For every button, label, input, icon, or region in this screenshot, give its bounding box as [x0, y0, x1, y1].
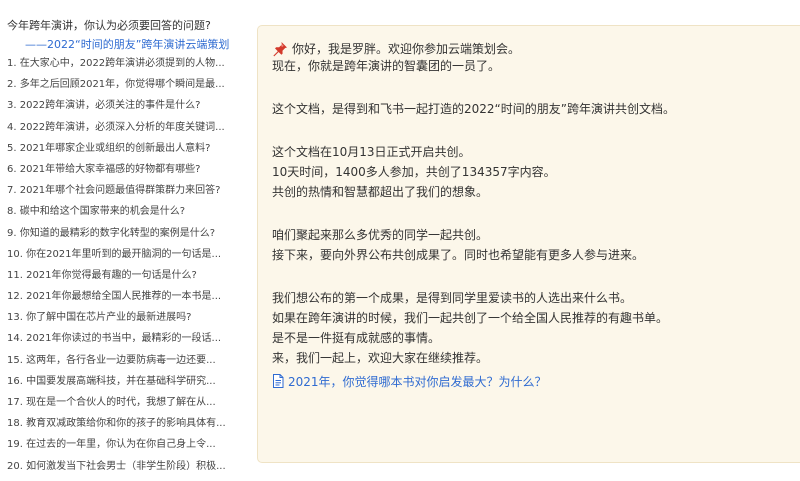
sidebar-item[interactable]: 12. 2021年你最想给全国人民推荐的一本书是... [7, 290, 239, 311]
callout-line: 来，我们一起上，欢迎大家在继续推荐。 [272, 351, 489, 365]
sidebar-item[interactable]: 11. 2021年你觉得最有趣的一句话是什么? [7, 269, 239, 290]
pushpin-icon [272, 41, 288, 57]
callout-text: 你好，我是罗胖。欢迎你参加云端策划会。 [292, 41, 521, 56]
callout-line: 你好，我是罗胖。欢迎你参加云端策划会。 [272, 39, 800, 59]
callout-panel: 你好，我是罗胖。欢迎你参加云端策划会。 现在，你就是跨年演讲的智囊团的一员了。 … [257, 25, 800, 463]
sidebar-item[interactable]: 2. 多年之后回顾2021年，你觉得哪个瞬间是最... [7, 78, 239, 99]
callout-line: 这个文档在10月13日正式开启共创。 [272, 145, 471, 159]
sidebar-title: 今年跨年演讲，你认为必须要回答的问题? [7, 19, 211, 32]
sidebar-item[interactable]: 19. 在过去的一年里，你认为在你自己身上令... [7, 438, 239, 459]
callout-line: 现在，你就是跨年演讲的智囊团的一员了。 [272, 59, 501, 73]
sidebar-item[interactable]: 8. 碳中和给这个国家带来的机会是什么? [7, 205, 239, 226]
document-icon [272, 374, 284, 388]
callout-line: 这个文档，是得到和飞书一起打造的2022“时间的朋友”跨年演讲共创文档。 [272, 102, 675, 116]
sidebar-item[interactable]: 16. 中国要发展高端科技，并在基础科学研究... [7, 375, 239, 396]
sidebar-item[interactable]: 6. 2021年带给大家幸福感的好物都有哪些? [7, 163, 239, 184]
sidebar-item[interactable]: 3. 2022跨年演讲，必须关注的事件是什么? [7, 99, 239, 120]
sidebar-item[interactable]: 1. 在大家心中，2022跨年演讲必须提到的人物... [7, 57, 239, 78]
doc-link[interactable]: 2021年，你觉得哪本书对你启发最大？为什么？ [272, 371, 800, 391]
sidebar-item[interactable]: 14. 2021年你读过的书当中，最精彩的一段话... [7, 332, 239, 353]
sidebar-item[interactable]: 9. 你知道的最精彩的数字化转型的案例是什么? [7, 227, 239, 248]
sidebar-item[interactable]: 13. 你了解中国在芯片产业的最新进展吗? [7, 311, 239, 332]
callout-line: 如果在跨年演讲的时候，我们一起共创了一个给全国人民推荐的有趣书单。 [272, 311, 669, 325]
sidebar: 今年跨年演讲，你认为必须要回答的问题? ——2022“时间的朋友”跨年演讲云端策… [0, 0, 240, 481]
callout-line: 我们想公布的第一个成果，是得到同学里爱读书的人选出来什么书。 [272, 291, 633, 305]
sidebar-item[interactable]: 17. 现在是一个合伙人的时代，我想了解在从... [7, 396, 239, 417]
callout-line: 接下来，要向外界公布共创成果了。同时也希望能有更多人参与进来。 [272, 248, 645, 262]
callout-line: 10天时间，1400多人参加，共创了134357字内容。 [272, 165, 556, 179]
sidebar-item[interactable]: 15. 这两年，各行各业一边要防病毒一边还要... [7, 354, 239, 375]
sidebar-subtitle-link[interactable]: ——2022“时间的朋友”跨年演讲云端策划 [7, 37, 240, 57]
sidebar-item[interactable]: 7. 2021年哪个社会问题最值得群策群力来回答? [7, 184, 239, 205]
callout-line: 是不是一件挺有成就感的事情。 [272, 331, 441, 345]
question-list: 1. 在大家心中，2022跨年演讲必须提到的人物... 2. 多年之后回顾202… [7, 57, 240, 481]
sidebar-item[interactable]: 5. 2021年哪家企业或组织的创新最出人意料? [7, 142, 239, 163]
callout-line: 共创的热情和智慧都超出了我们的想象。 [272, 185, 489, 199]
sidebar-item[interactable]: 20. 如何激发当下社会男士（非学生阶段）积极... [7, 460, 239, 481]
sidebar-item[interactable]: 18. 教育双减政策给你和你的孩子的影响具体有... [7, 417, 239, 438]
sidebar-item[interactable]: 10. 你在2021年里听到的最开脑洞的一句话是... [7, 248, 239, 269]
sidebar-item[interactable]: 4. 2022跨年演讲，必须深入分析的年度关键词... [7, 121, 239, 142]
doc-link-text: 2021年，你觉得哪本书对你启发最大？为什么？ [288, 374, 547, 389]
callout-line: 咱们聚起来那么多优秀的同学一起共创。 [272, 228, 489, 242]
